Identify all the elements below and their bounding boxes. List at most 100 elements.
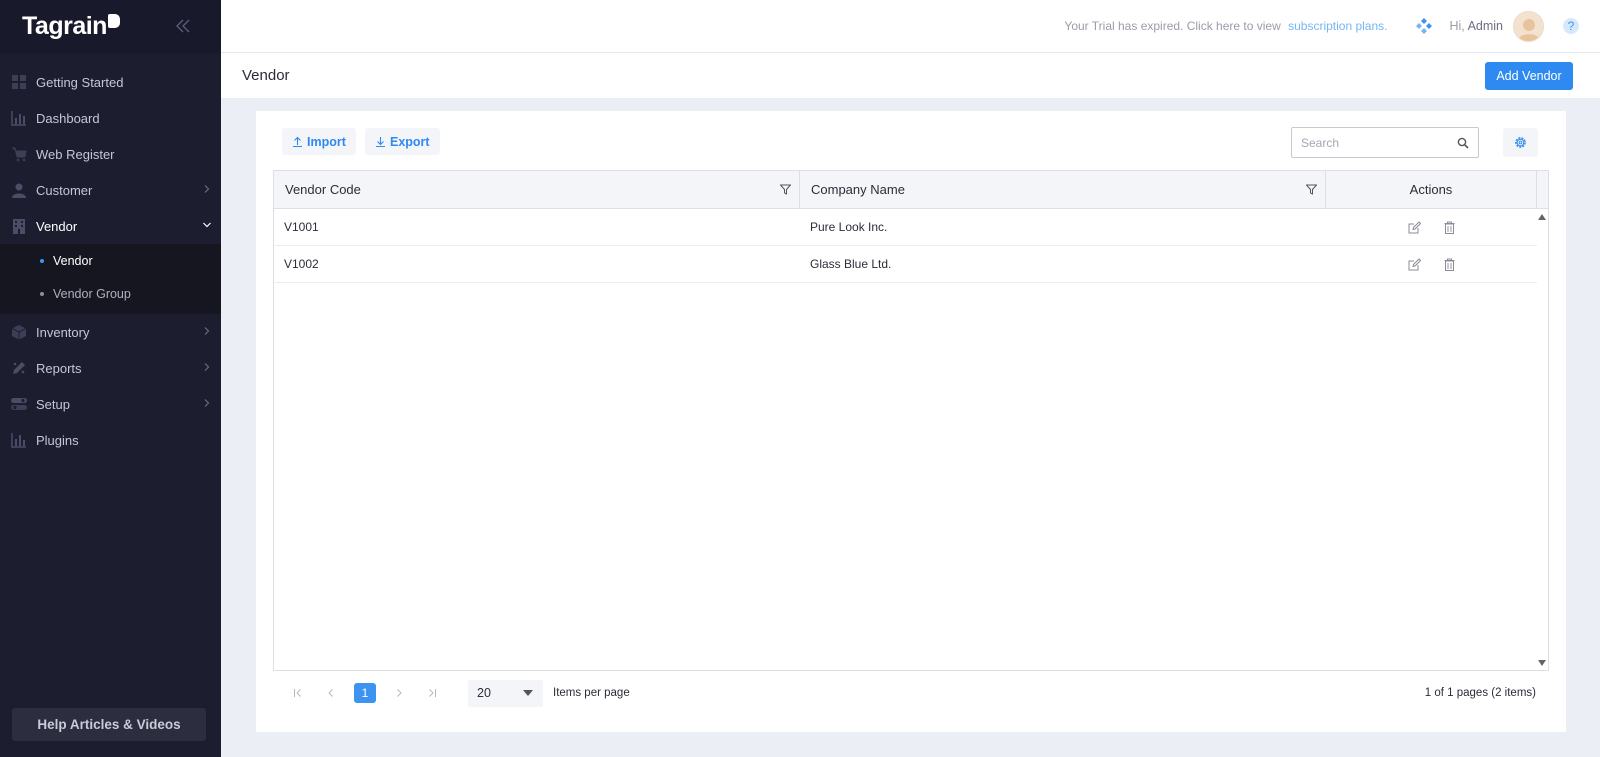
vendor-card: Import Export Vendor Code Company Name A… <box>256 111 1566 732</box>
building-icon <box>10 218 27 235</box>
search-icon[interactable] <box>1457 137 1469 149</box>
next-page-button[interactable] <box>389 683 409 703</box>
logo-tag-icon <box>107 13 120 28</box>
pager: 1 20 Items per page 1 of 1 pages (2 item… <box>273 675 1549 711</box>
column-title: Vendor Code <box>285 182 361 197</box>
subnav-item-label: Vendor <box>53 253 93 268</box>
column-title: Company Name <box>811 182 905 197</box>
table-row[interactable]: V1002 Glass Blue Ltd. <box>274 246 1537 283</box>
subnav-item-vendor-group[interactable]: Vendor Group <box>0 277 221 310</box>
sidebar-item-customer[interactable]: Customer <box>0 172 221 208</box>
sidebar-item-label: Inventory <box>36 324 90 340</box>
logo[interactable]: Tagrain <box>0 0 221 53</box>
chevron-right-icon <box>397 689 402 697</box>
user-icon <box>10 182 27 199</box>
edit-icon[interactable] <box>1408 220 1421 234</box>
row-actions <box>1326 257 1537 271</box>
delete-icon[interactable] <box>1443 221 1456 234</box>
last-page-button[interactable] <box>422 683 442 703</box>
help-articles-button[interactable]: Help Articles & Videos <box>12 708 206 741</box>
column-header-company-name[interactable]: Company Name <box>800 171 1326 208</box>
search-input[interactable] <box>1301 135 1457 150</box>
bar-chart-icon <box>10 432 27 449</box>
sidebar-item-dashboard[interactable]: Dashboard <box>0 100 221 136</box>
page-title: Vendor <box>242 67 290 84</box>
chevron-left-icon <box>328 689 333 697</box>
chevron-down-icon <box>203 222 211 228</box>
pager-info: 1 of 1 pages (2 items) <box>1424 687 1536 699</box>
upload-icon <box>293 136 302 147</box>
grid-icon <box>10 74 27 91</box>
trial-notice[interactable]: Your Trial has expired. Click here to vi… <box>1064 19 1387 33</box>
sidebar-item-vendor[interactable]: Vendor <box>0 208 221 244</box>
column-header-vendor-code[interactable]: Vendor Code <box>274 171 800 208</box>
cell-company-name: Glass Blue Ltd. <box>810 257 892 271</box>
svg-text:?: ? <box>1568 19 1575 33</box>
box-icon <box>10 324 27 341</box>
cell-vendor-code: V1002 <box>284 257 319 271</box>
header-scrollbar-spacer <box>1537 171 1548 208</box>
trial-text: Your Trial has expired. Click here to vi… <box>1064 19 1281 33</box>
sidebar-item-label: Reports <box>36 360 82 376</box>
sidebar-item-reports[interactable]: Reports <box>0 350 221 386</box>
greeting-prefix: Hi, <box>1449 19 1465 33</box>
caret-down-icon <box>523 690 533 696</box>
page-size-select[interactable]: 20 <box>468 679 543 707</box>
chevron-right-icon <box>204 327 210 335</box>
filter-icon[interactable] <box>780 184 791 195</box>
add-vendor-button[interactable]: Add Vendor <box>1485 61 1573 90</box>
sidebar-item-label: Dashboard <box>36 110 100 126</box>
first-page-icon <box>294 689 301 697</box>
cell-company-name: Pure Look Inc. <box>810 220 888 234</box>
sidebar-item-inventory[interactable]: Inventory <box>0 314 221 350</box>
page-number-button[interactable]: 1 <box>354 683 376 703</box>
scroll-up-arrow[interactable] <box>1538 214 1546 220</box>
import-button[interactable]: Import <box>282 128 356 155</box>
avatar-person-icon <box>1517 18 1540 41</box>
bullet-icon <box>40 291 44 296</box>
avatar[interactable] <box>1513 10 1544 42</box>
prev-page-button[interactable] <box>321 683 341 703</box>
toggle-icon <box>10 396 27 413</box>
first-page-button[interactable] <box>288 683 308 703</box>
export-label: Export <box>390 134 430 149</box>
last-page-icon <box>429 689 436 697</box>
column-header-actions: Actions <box>1326 171 1537 208</box>
sidebar: Tagrain Getting Started Dashboard Web Re… <box>0 0 221 757</box>
table-row[interactable]: V1001 Pure Look Inc. <box>274 209 1537 246</box>
topbar: Your Trial has expired. Click here to vi… <box>221 0 1600 53</box>
logo-text: Tagrain <box>22 12 107 40</box>
user-greeting: Hi, Admin <box>1449 19 1503 33</box>
scroll-down-arrow[interactable] <box>1538 660 1546 666</box>
export-button[interactable]: Export <box>365 128 440 155</box>
pencil-icon <box>10 360 27 377</box>
apps-diamond-icon[interactable] <box>1415 17 1433 35</box>
collapse-sidebar-icon[interactable] <box>174 17 192 35</box>
grid-settings-button[interactable] <box>1503 128 1538 157</box>
sidebar-item-plugins[interactable]: Plugins <box>0 422 221 458</box>
page-size-value: 20 <box>477 686 491 700</box>
items-per-page-label: Items per page <box>553 687 630 699</box>
grid-body[interactable]: V1001 Pure Look Inc. V1002 Glass Blue Lt… <box>274 209 1548 670</box>
delete-icon[interactable] <box>1443 258 1456 271</box>
download-icon <box>376 137 385 147</box>
sidebar-nav-lower: Inventory Reports Setup Plugins <box>0 314 221 458</box>
vendor-subnav: Vendor Vendor Group <box>0 244 221 314</box>
filter-icon[interactable] <box>1306 184 1317 195</box>
sidebar-item-label: Plugins <box>36 432 79 448</box>
sidebar-item-label: Customer <box>36 182 93 198</box>
chevron-right-icon <box>204 399 210 407</box>
page-header: Vendor Add Vendor <box>221 53 1600 98</box>
sidebar-item-setup[interactable]: Setup <box>0 386 221 422</box>
subnav-item-vendor[interactable]: Vendor <box>0 244 221 277</box>
edit-icon[interactable] <box>1408 257 1421 271</box>
cart-icon <box>10 146 27 163</box>
subscription-plans-link[interactable]: subscription plans. <box>1288 19 1387 33</box>
column-title: Actions <box>1409 182 1453 197</box>
help-question-icon[interactable]: ? <box>1562 17 1580 35</box>
sidebar-item-label: Setup <box>36 396 70 412</box>
import-label: Import <box>307 134 346 149</box>
sidebar-item-web-register[interactable]: Web Register <box>0 136 221 172</box>
subnav-item-label: Vendor Group <box>53 286 131 301</box>
sidebar-item-getting-started[interactable]: Getting Started <box>0 64 221 100</box>
